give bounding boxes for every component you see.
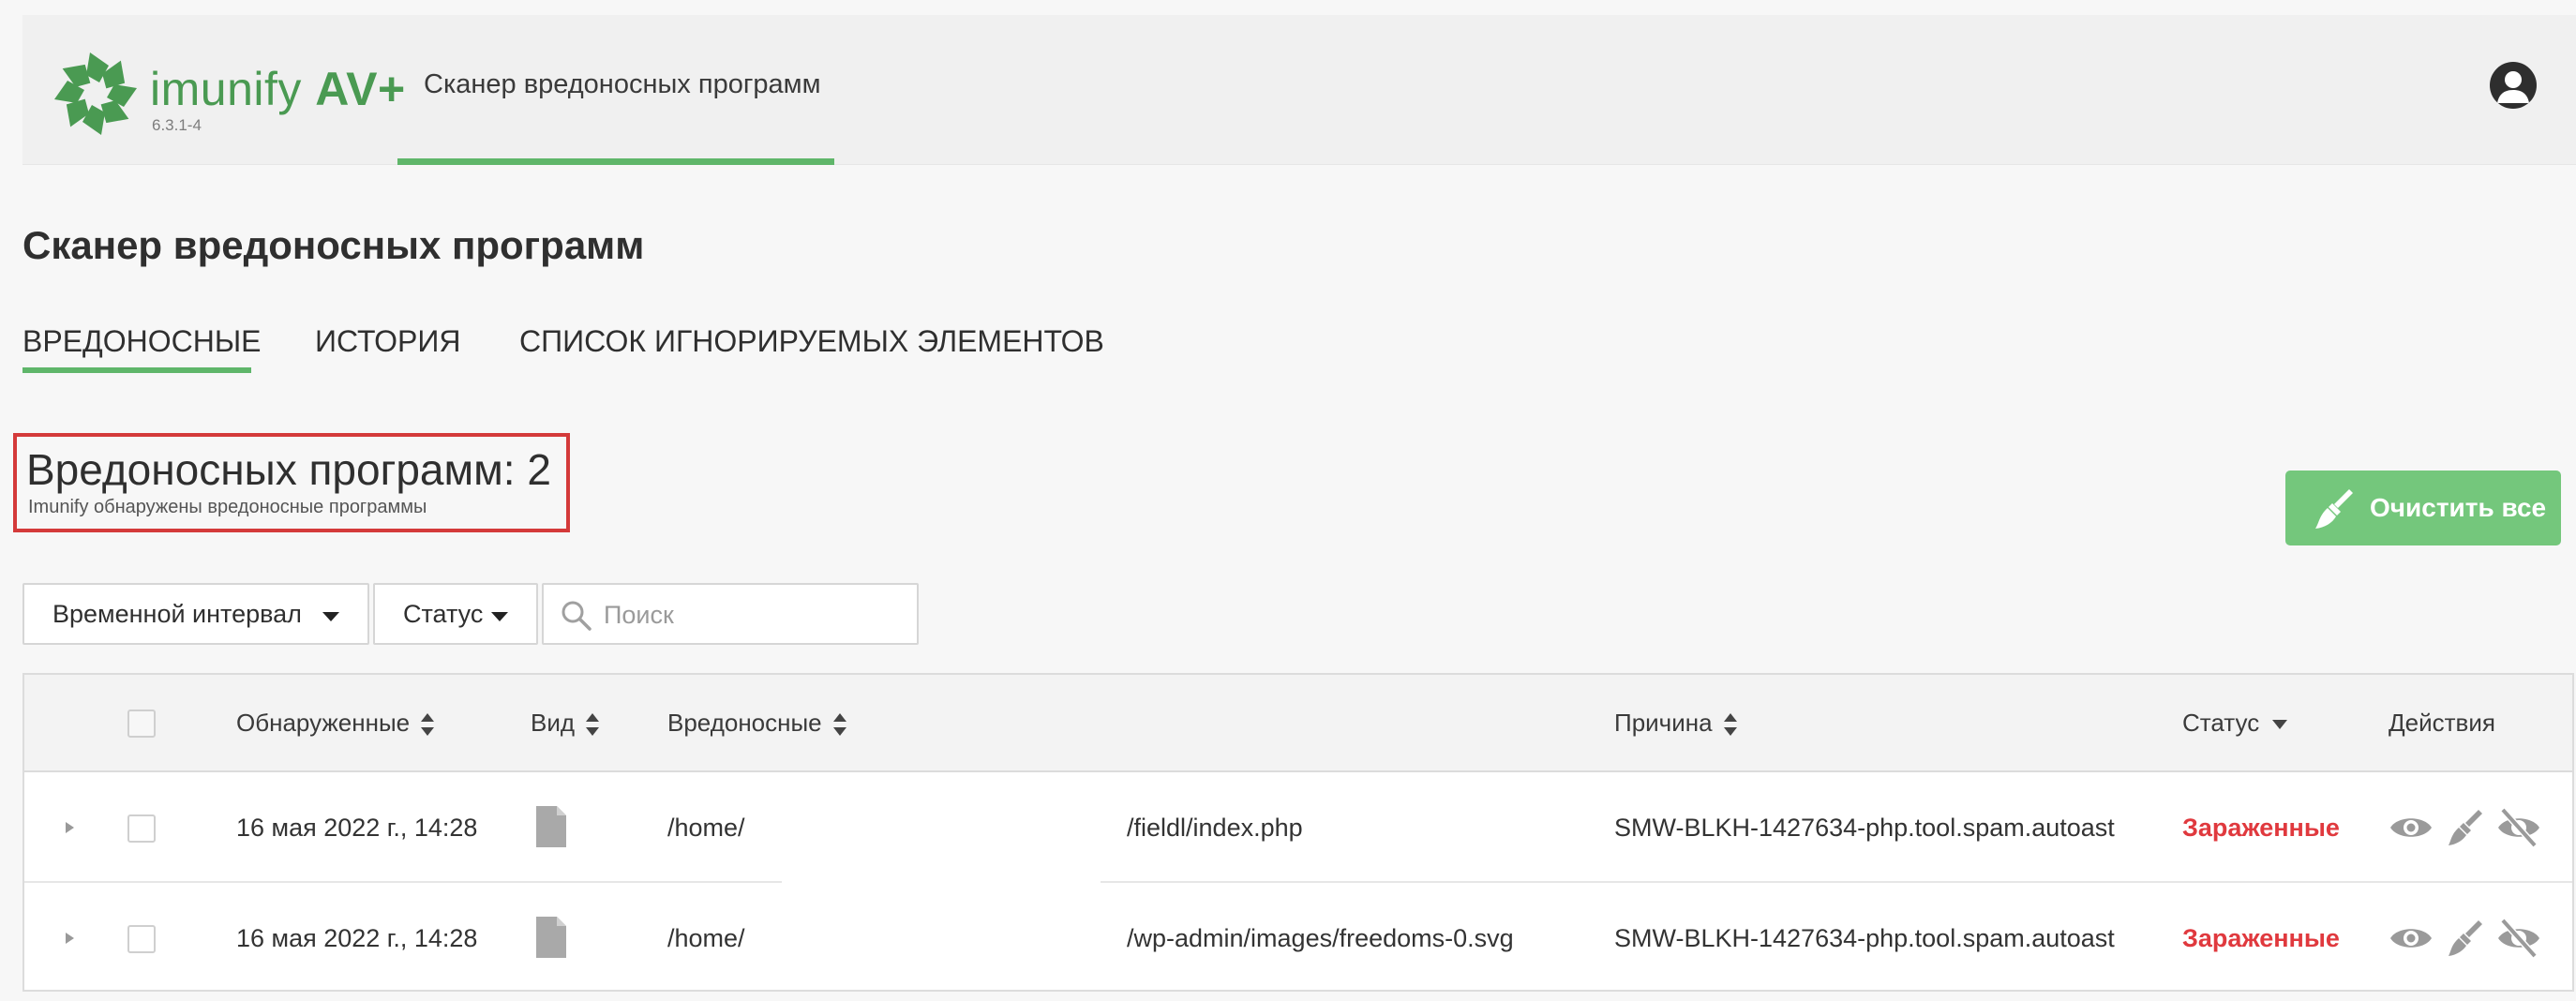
sort-icon [586,712,600,737]
eye-slash-icon[interactable] [2495,806,2542,849]
broom-icon [2315,489,2353,529]
column-actions: Действия [2389,709,2495,737]
active-tab-indicator [397,158,834,165]
sort-desc-icon [2272,720,2288,730]
expand-row-icon[interactable] [66,933,74,944]
column-malware[interactable]: Вредоносные [667,709,846,738]
logo-name: imunify AV+ [150,63,406,115]
malware-path-end: /fieldl/index.php [1127,814,1303,842]
search-input[interactable] [604,594,904,635]
app-tab-label: Сканер вредоносных программ [424,69,821,99]
tab-malware-scanner-app[interactable]: Сканер вредоносных программ [397,15,834,165]
clean-all-button[interactable]: Очистить все [2285,471,2561,545]
eye-icon[interactable] [2389,806,2434,849]
caret-down-icon [491,612,508,621]
detection-reason: SMW-BLKH-1427634-php.tool.spam.autoast [1614,814,2115,842]
table-row: 16 мая 2022 г., 14:28 /home/ /fieldl/ind… [24,774,2572,883]
detected-date: 16 мая 2022 г., 14:28 [236,814,478,842]
row-actions [2389,806,2548,849]
sort-icon [421,712,435,737]
imunify-logo-icon [54,52,137,135]
user-avatar[interactable] [2490,62,2537,109]
expand-row-icon[interactable] [66,822,74,833]
broom-icon[interactable] [2447,806,2484,849]
status-filter-label: Статус [403,600,484,628]
malware-path-start: /home/ [667,924,745,952]
caret-down-icon [322,612,339,621]
clean-all-label: Очистить все [2370,493,2547,522]
detected-date: 16 мая 2022 г., 14:28 [236,924,478,952]
malware-table: Обнаруженные Вид Вредоносные Причина Ста… [22,673,2574,992]
status-badge: Зараженные [2182,814,2340,842]
eye-slash-icon[interactable] [2495,917,2542,960]
eye-icon[interactable] [2389,917,2434,960]
row-actions [2389,917,2548,960]
detection-reason: SMW-BLKH-1427634-php.tool.spam.autoast [1614,924,2115,952]
app-version: 6.3.1-4 [152,116,202,134]
malware-summary-highlight: Вредоносных программ: 2 Imunify обнаруже… [13,433,570,532]
malware-summary-subtitle: Imunify обнаружены вредоносные программы [28,497,427,517]
tab-ignore-list[interactable]: СПИСОК ИГНОРИРУЕМЫХ ЭЛЕМЕНТОВ [519,324,1104,373]
sort-icon [832,712,846,737]
sort-icon [1723,712,1737,737]
tab-malicious[interactable]: ВРЕДОНОСНЫЕ [22,324,261,373]
row-checkbox[interactable] [127,814,156,843]
top-bar: imunify AV+ 6.3.1-4 Сканер вредоносных п… [22,15,2576,165]
table-header: Обнаруженные Вид Вредоносные Причина Ста… [24,675,2572,772]
malware-path-start: /home/ [667,814,745,842]
column-reason[interactable]: Причина [1614,709,1737,738]
malware-path-end: /wp-admin/images/freedoms-0.svg [1127,924,1514,952]
user-icon [2497,71,2529,103]
column-type[interactable]: Вид [531,709,600,738]
file-icon [536,806,566,847]
select-all-checkbox[interactable] [127,710,156,738]
column-detected[interactable]: Обнаруженные [236,709,435,738]
malware-count: Вредоносных программ: 2 [26,445,551,494]
status-badge: Зараженные [2182,924,2340,952]
row-checkbox[interactable] [127,925,156,953]
column-status[interactable]: Статус [2182,709,2288,738]
search-icon [562,601,592,631]
time-interval-dropdown[interactable]: Временной интервал [22,583,369,645]
broom-icon[interactable] [2447,917,2484,960]
status-filter-dropdown[interactable]: Статус [373,583,538,645]
search-box [542,583,919,645]
file-icon [536,917,566,958]
table-row: 16 мая 2022 г., 14:28 /home/ /wp-admin/i… [24,885,2572,994]
page-title: Сканер вредоносных программ [22,223,645,267]
tab-history[interactable]: ИСТОРИЯ [315,324,461,373]
time-interval-label: Временной интервал [52,600,302,628]
redacted-path-overlay [782,772,1101,990]
